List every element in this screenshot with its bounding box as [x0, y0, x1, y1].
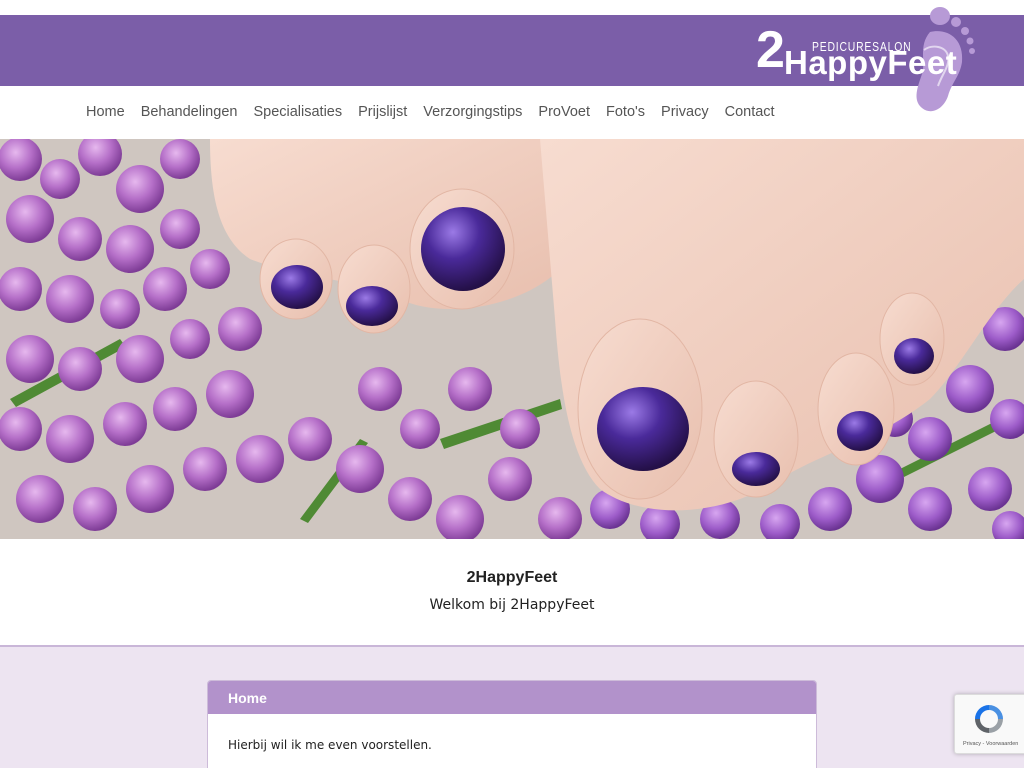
card-body-text: Hierbij wil ik me even voorstellen. [228, 738, 432, 752]
nav-item-home[interactable]: Home [78, 104, 133, 120]
logo-name: HappyFeet [784, 44, 958, 81]
hero-photo [0, 139, 1024, 539]
nav-item-verzorgingstips[interactable]: Verzorgingstips [415, 104, 530, 120]
nav-item-specialisaties[interactable]: Specialisaties [245, 104, 350, 120]
hero-image [0, 139, 1024, 539]
site-logo[interactable]: 2 PEDICURESALON HappyFeet [752, 4, 982, 116]
nav-item-provoet[interactable]: ProVoet [530, 104, 598, 120]
home-card: Home Hierbij wil ik me even voorstellen. [207, 680, 817, 768]
nav-item-behandelingen[interactable]: Behandelingen [133, 104, 246, 120]
welcome-subtitle: Welkom bij 2HappyFeet [429, 597, 595, 613]
nav-item-prijslijst[interactable]: Prijslijst [350, 104, 415, 120]
welcome-title: 2HappyFeet [466, 569, 558, 586]
welcome-section: 2HappyFeet Welkom bij 2HappyFeet [0, 539, 1024, 647]
main-nav: Home Behandelingen Specialisaties Prijsl… [78, 104, 783, 120]
recaptcha-links[interactable]: Privacy - Voorwaarden [963, 741, 1018, 747]
recaptcha-badge[interactable]: Privacy - Voorwaarden [954, 694, 1024, 754]
card-header: Home [208, 681, 816, 714]
recaptcha-icon [975, 705, 1003, 733]
nav-item-privacy[interactable]: Privacy [653, 104, 717, 120]
nav-item-fotos[interactable]: Foto's [598, 104, 653, 120]
logo-number: 2 [756, 21, 785, 79]
